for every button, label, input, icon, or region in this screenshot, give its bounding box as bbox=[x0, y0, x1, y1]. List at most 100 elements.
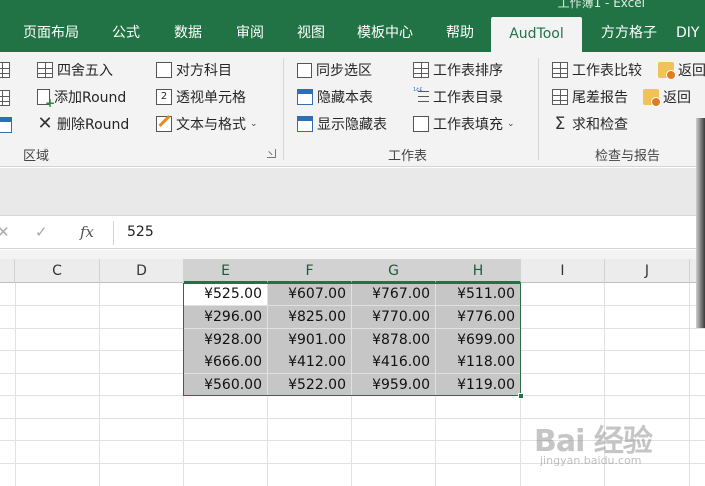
cell-h4[interactable]: ¥118.00 bbox=[436, 351, 520, 373]
cell-g3[interactable]: ¥878.00 bbox=[352, 329, 435, 351]
fill-sheet-icon bbox=[413, 116, 429, 132]
add-document-icon bbox=[37, 89, 55, 109]
window-icon bbox=[297, 116, 313, 132]
clipped-table-icon[interactable] bbox=[0, 117, 12, 133]
sigma-icon: Σ bbox=[554, 114, 566, 134]
sort-grid-icon bbox=[413, 62, 429, 78]
column-header-g[interactable]: G bbox=[352, 259, 436, 283]
cell-f4[interactable]: ¥412.00 bbox=[268, 351, 351, 373]
tab-audtool[interactable]: AudTool bbox=[491, 17, 582, 52]
pivot-icon: 2 bbox=[156, 89, 172, 105]
clipped-grid-icon[interactable] bbox=[0, 62, 10, 78]
tab-fangfang-gezi[interactable]: 方方格子 bbox=[590, 14, 668, 52]
cell-e2[interactable]: ¥296.00 bbox=[184, 306, 267, 328]
diff-report-button[interactable]: 尾差报告 bbox=[552, 86, 628, 108]
grid-gap bbox=[0, 250, 705, 259]
grid-line bbox=[604, 283, 605, 486]
ribbon-tab-bar: 页面布局 公式 数据 审阅 视图 模板中心 帮助 AudTool 方方格子 DI… bbox=[0, 14, 705, 52]
return-envelope-icon bbox=[643, 89, 661, 107]
column-header-c[interactable]: C bbox=[15, 259, 100, 283]
title-bar: 工作簿1 - Excel bbox=[0, 0, 705, 14]
return-envelope-icon bbox=[658, 62, 676, 80]
cell-f5[interactable]: ¥522.00 bbox=[268, 374, 351, 396]
compare-icon bbox=[552, 62, 568, 78]
add-round-button[interactable]: 添加Round bbox=[37, 86, 126, 109]
column-header-j[interactable]: J bbox=[605, 259, 690, 283]
cell-f1[interactable]: ¥607.00 bbox=[268, 283, 351, 305]
column-header-h[interactable]: H bbox=[436, 259, 521, 283]
dialog-launcher-icon[interactable] bbox=[267, 149, 276, 158]
chevron-down-icon: ⌄ bbox=[507, 119, 515, 129]
side-panel-edge bbox=[696, 118, 705, 328]
cell-g1[interactable]: ¥767.00 bbox=[352, 283, 435, 305]
column-header-i[interactable]: I bbox=[521, 259, 605, 283]
ribbon: 四舍五入 添加Round ✕ 删除Round 对方科目 2 透视单元格 文本与格… bbox=[0, 52, 705, 167]
sync-select-button[interactable]: 同步选区 bbox=[297, 59, 372, 81]
group-label-sheet: 工作表 bbox=[388, 149, 428, 164]
hide-sheet-button[interactable]: 隐藏本表 bbox=[297, 86, 373, 108]
insert-function-button[interactable]: fx bbox=[80, 223, 94, 241]
delete-round-button[interactable]: ✕ 删除Round bbox=[37, 113, 129, 135]
cell-g4[interactable]: ¥416.00 bbox=[352, 351, 435, 373]
cancel-icon[interactable]: ✕ bbox=[0, 223, 10, 241]
tab-view[interactable]: 视图 bbox=[283, 14, 339, 52]
grid-line bbox=[0, 440, 705, 441]
column-header-e[interactable]: E bbox=[184, 259, 268, 283]
return-button-1[interactable]: 返回 bbox=[658, 59, 705, 81]
fill-sheets-button[interactable]: 工作表填充 ⌄ bbox=[413, 113, 515, 135]
fill-handle[interactable] bbox=[518, 393, 524, 399]
cell-e3[interactable]: ¥928.00 bbox=[184, 329, 267, 351]
pivot-cell-button[interactable]: 2 透视单元格 bbox=[156, 86, 246, 108]
group-label-check-report: 检查与报告 bbox=[595, 149, 661, 164]
grid-line bbox=[520, 283, 521, 486]
cell-f3[interactable]: ¥901.00 bbox=[268, 329, 351, 351]
cell-f2[interactable]: ¥825.00 bbox=[268, 306, 351, 328]
cell-g2[interactable]: ¥770.00 bbox=[352, 306, 435, 328]
confirm-icon[interactable]: ✓ bbox=[35, 223, 48, 241]
tab-review[interactable]: 审阅 bbox=[222, 14, 278, 52]
tab-formulas[interactable]: 公式 bbox=[96, 14, 156, 52]
return-button-2[interactable]: 返回 bbox=[643, 86, 691, 108]
column-header-f[interactable]: F bbox=[268, 259, 352, 283]
numbered-list-icon bbox=[413, 88, 429, 105]
column-header-b-partial[interactable] bbox=[0, 259, 15, 283]
report-icon bbox=[552, 89, 568, 105]
table-round-icon bbox=[37, 62, 53, 78]
window-icon bbox=[297, 89, 313, 105]
grid-line bbox=[99, 283, 100, 486]
tab-diy[interactable]: DIY bbox=[676, 14, 705, 52]
formula-input[interactable]: 525 bbox=[127, 224, 154, 240]
column-header-d[interactable]: D bbox=[100, 259, 184, 283]
text-format-button[interactable]: 文本与格式 ⌄ bbox=[156, 113, 258, 135]
formula-divider bbox=[113, 221, 114, 245]
cell-e1[interactable]: ¥525.00 bbox=[184, 283, 267, 305]
sheet-toc-button[interactable]: 工作表目录 bbox=[413, 86, 503, 108]
checkbox-icon bbox=[297, 62, 312, 78]
ribbon-blank-area bbox=[0, 168, 705, 216]
cell-h1[interactable]: ¥511.00 bbox=[436, 283, 520, 305]
cell-e5[interactable]: ¥560.00 bbox=[184, 374, 267, 396]
window-title: 工作簿1 - Excel bbox=[557, 0, 645, 10]
sum-check-button[interactable]: Σ 求和检查 bbox=[552, 113, 628, 135]
tab-page-layout[interactable]: 页面布局 bbox=[12, 14, 90, 52]
tab-data[interactable]: 数据 bbox=[160, 14, 216, 52]
compare-sheets-button[interactable]: 工作表比较 bbox=[552, 59, 642, 81]
cell-h2[interactable]: ¥776.00 bbox=[436, 306, 520, 328]
clipped-grid-icon[interactable] bbox=[0, 90, 10, 106]
show-hidden-sheets-button[interactable]: 显示隐藏表 bbox=[297, 113, 387, 135]
align-subject-button[interactable]: 对方科目 bbox=[156, 59, 232, 81]
cell-h5[interactable]: ¥119.00 bbox=[436, 374, 520, 396]
worksheet-grid[interactable]: ¥525.00 ¥607.00 ¥767.00 ¥511.00 ¥296.00 … bbox=[0, 283, 705, 486]
chevron-down-icon: ⌄ bbox=[250, 119, 258, 129]
tab-template-center[interactable]: 模板中心 bbox=[345, 14, 425, 52]
cell-e4[interactable]: ¥666.00 bbox=[184, 351, 267, 373]
grid-line bbox=[0, 418, 705, 419]
round-half-button[interactable]: 四舍五入 bbox=[37, 59, 113, 81]
cell-g5[interactable]: ¥959.00 bbox=[352, 374, 435, 396]
cell-h3[interactable]: ¥699.00 bbox=[436, 329, 520, 351]
document-icon bbox=[156, 62, 172, 78]
column-header-row: C D E F G H I J bbox=[0, 259, 705, 283]
pencil-edit-icon bbox=[156, 116, 172, 132]
sort-sheets-button[interactable]: 工作表排序 bbox=[413, 59, 503, 81]
tab-help[interactable]: 帮助 bbox=[432, 14, 488, 52]
